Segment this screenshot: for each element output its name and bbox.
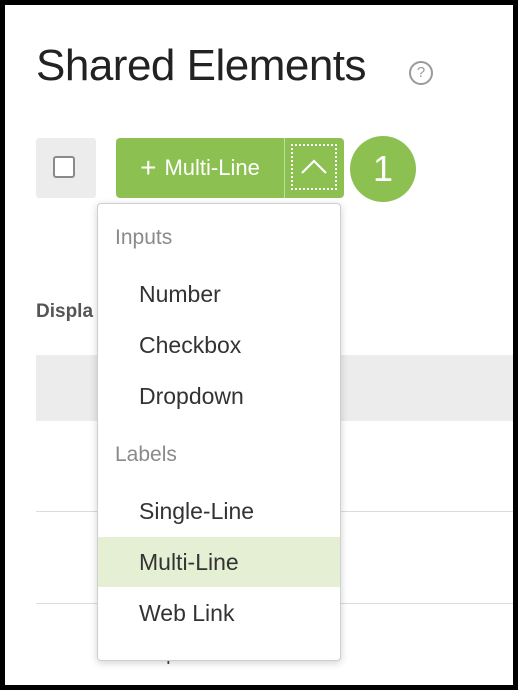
menu-item-checkbox[interactable]: Checkbox (98, 320, 340, 370)
element-type-dropdown-menu: Inputs Number Checkbox Dropdown Labels S… (97, 203, 341, 661)
dropdown-toggle-button[interactable] (291, 144, 337, 190)
menu-group-inputs: Inputs (115, 226, 173, 249)
step-number-badge: 1 (350, 136, 416, 202)
select-all-checkbox[interactable] (36, 138, 96, 198)
split-divider (284, 138, 285, 198)
display-column-label: Displa (36, 301, 94, 322)
menu-item-single-line[interactable]: Single-Line (98, 486, 340, 536)
plus-icon: + (140, 152, 157, 183)
chevron-up-icon (301, 159, 327, 174)
help-icon[interactable]: ? (409, 61, 433, 85)
menu-item-dropdown[interactable]: Dropdown (98, 371, 340, 421)
add-element-label: Multi-Line (164, 155, 260, 180)
checkbox-box[interactable] (53, 156, 75, 178)
menu-group-labels: Labels (115, 443, 177, 466)
add-element-split-button: + Multi-Line (116, 138, 344, 198)
menu-item-multi-line[interactable]: Multi-Line (98, 537, 340, 587)
page-title: Shared Elements (36, 41, 367, 90)
menu-item-number[interactable]: Number (98, 269, 340, 319)
page: Shared Elements ? + Multi-Line 1 Displa … (5, 5, 513, 685)
menu-item-web-link[interactable]: Web Link (98, 588, 340, 638)
add-element-button[interactable]: + Multi-Line (116, 138, 284, 198)
